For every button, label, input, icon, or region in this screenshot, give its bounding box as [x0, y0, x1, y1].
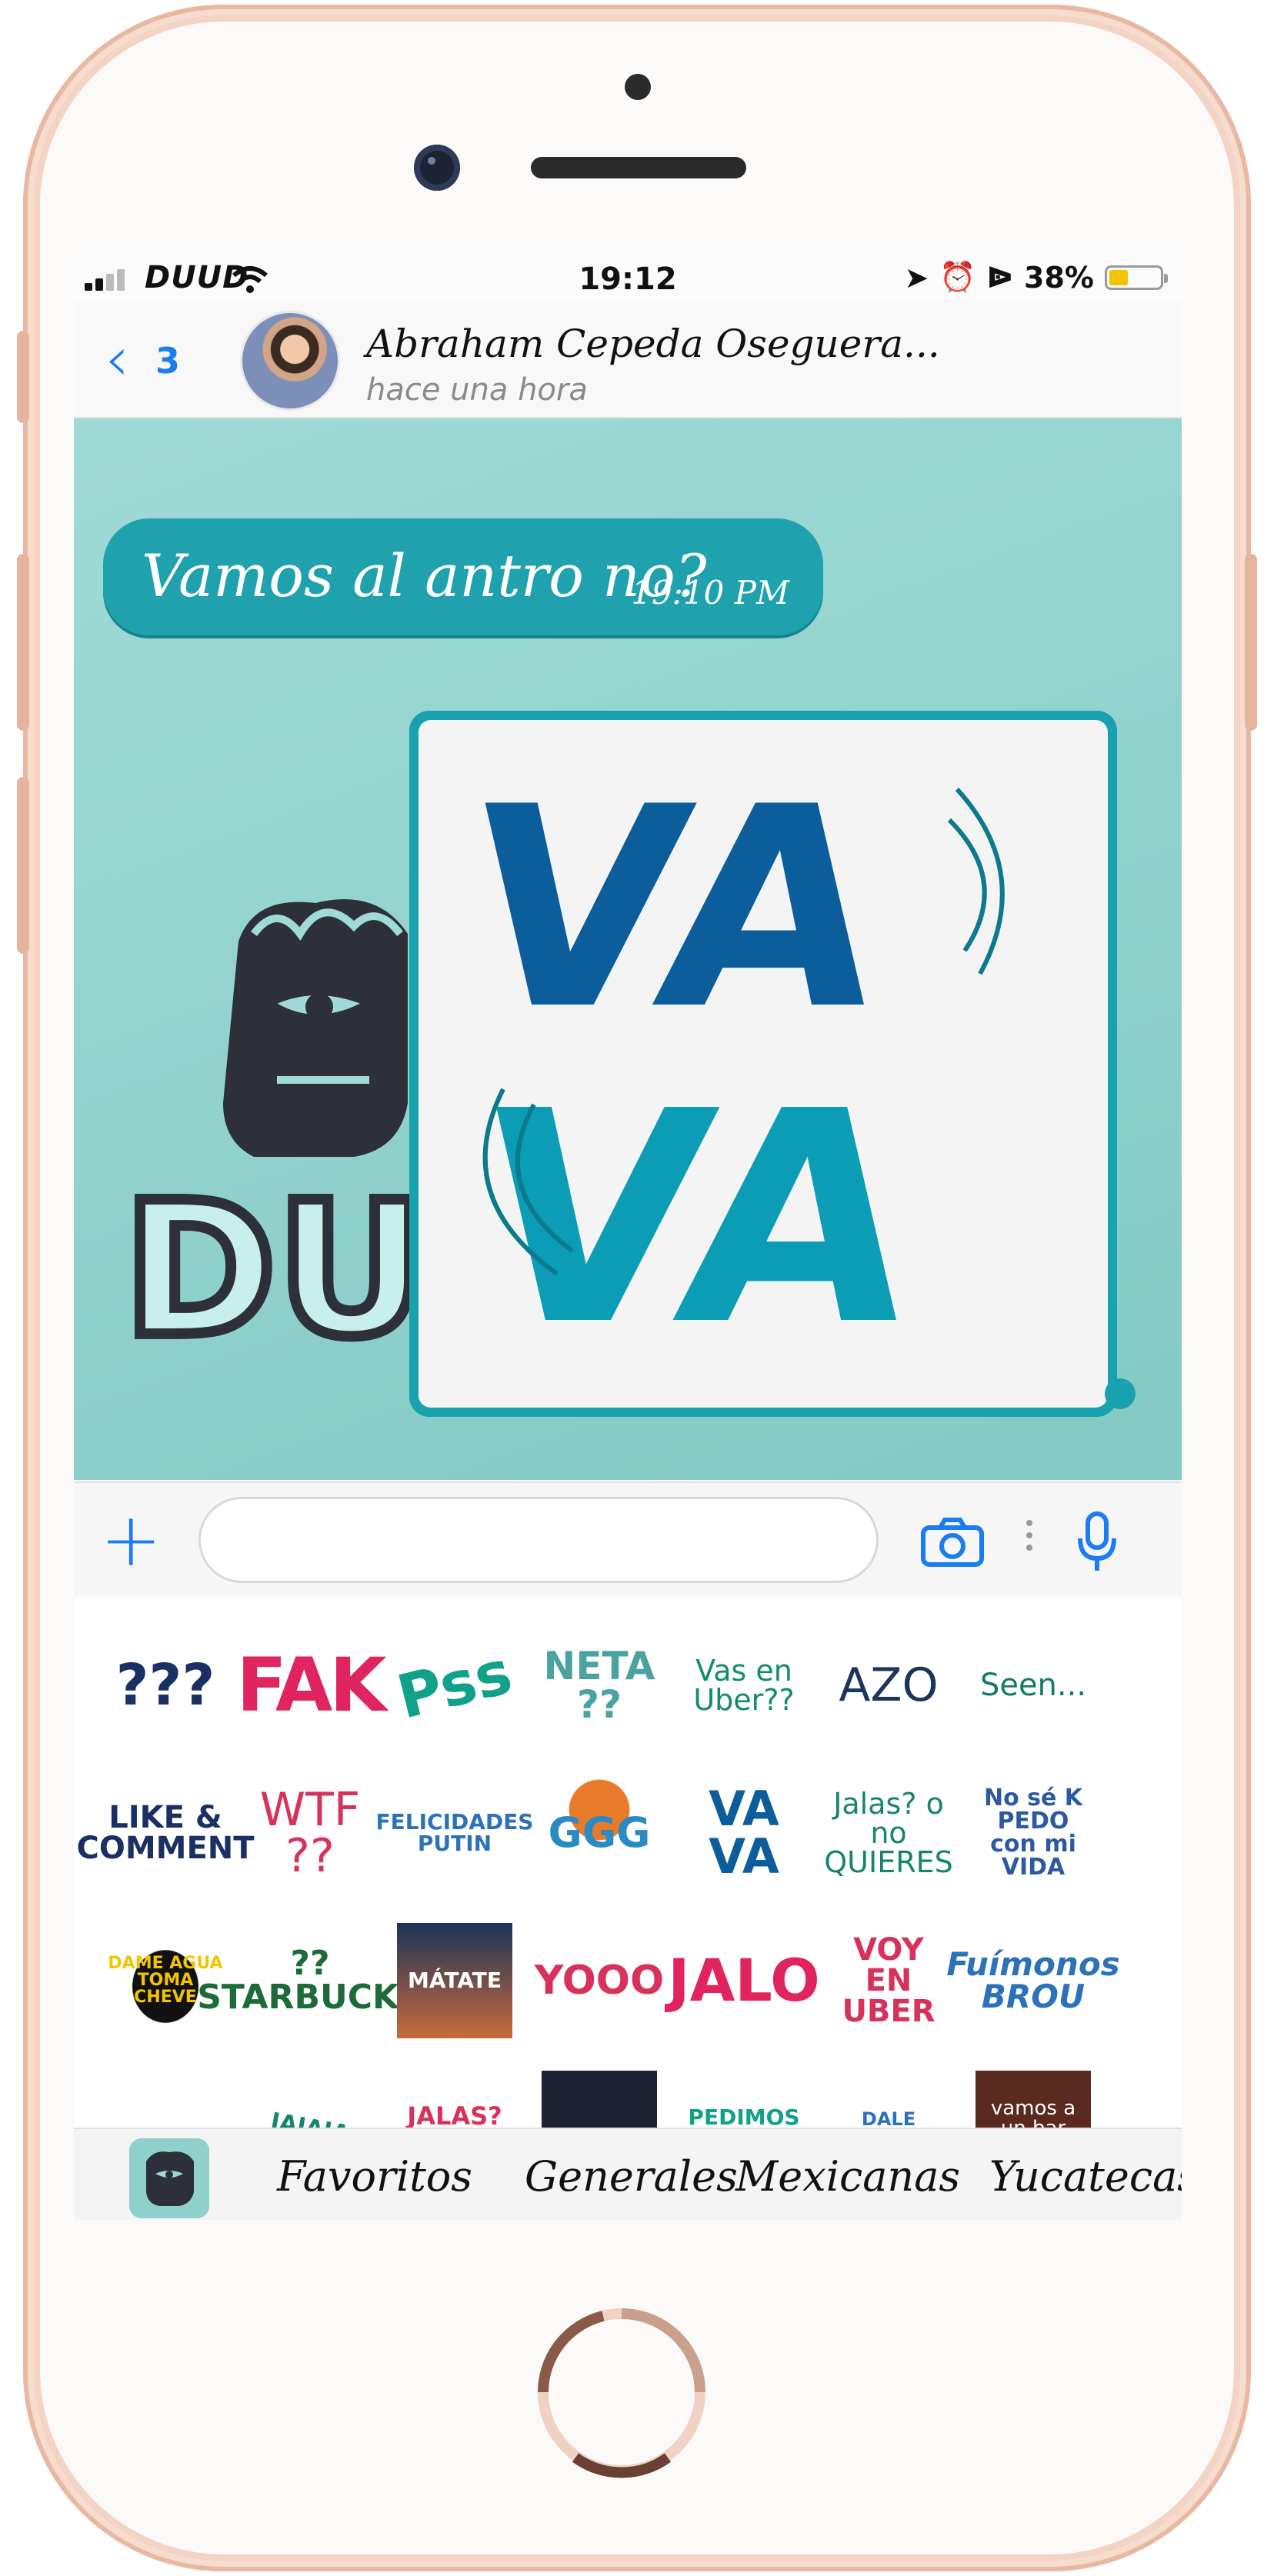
sticker-no-se-k-pedo[interactable]: No sé K PEDO con mi VIDA	[976, 1775, 1091, 1891]
sticker-screenshot[interactable]	[542, 2071, 657, 2128]
microphone-icon[interactable]	[1076, 1511, 1119, 1572]
sticker-dale-follow[interactable]: DALE FOLLOW	[831, 2071, 946, 2128]
duud-tab-logo-icon[interactable]	[129, 2138, 209, 2218]
chat-header: ‹ 3 Abraham Cepeda Oseguera... hace una …	[74, 300, 1182, 418]
sticker-yooo[interactable]: YOOO	[535, 1923, 664, 2038]
message-bubble[interactable]: Vamos al antro no? 19:10 PM	[103, 518, 823, 635]
power-button	[1245, 554, 1257, 731]
sticker-jalas-o-no-quieres[interactable]: Jalas? o no QUIERES	[824, 1775, 952, 1891]
home-button[interactable]	[529, 2300, 714, 2484]
sticker-wtf[interactable]: WTF ??	[252, 1775, 368, 1891]
bluetooth-icon: ᐉ	[986, 260, 1014, 295]
volume-down-button	[17, 777, 29, 954]
front-camera	[414, 145, 460, 191]
sticker-felicidades-putin[interactable]: FELICIDADES PUTIN	[376, 1775, 534, 1891]
location-arrow-icon: ➤	[904, 260, 929, 295]
sticker-neta[interactable]: NETA ??	[542, 1628, 657, 1743]
tab-generales[interactable]: Generales	[525, 2152, 738, 2201]
sticker-pedimos-uber[interactable]: PEDIMOS UBER!	[686, 2071, 802, 2128]
message-text: Vamos al antro no?	[142, 542, 707, 610]
contact-avatar[interactable]	[240, 311, 340, 411]
status-right: ➤ ⏰ ᐉ 38%	[904, 260, 1168, 295]
earpiece-speaker	[531, 157, 746, 178]
category-tabs: Favoritos Generales Mexicanas Yucatecas	[74, 2128, 1182, 2220]
chat-area[interactable]: Vamos al antro no? 19:10 PM DU VA VA	[74, 418, 1182, 1480]
tab-favoritos[interactable]: Favoritos	[277, 2152, 472, 2201]
sticker-voy-en-uber[interactable]: VOY EN UBER	[831, 1923, 946, 2038]
sticker-starbucks[interactable]: ?? STARBUCKS	[197, 1923, 423, 2038]
sticker-jalas[interactable]: JALAS? ?	[397, 2071, 512, 2128]
sticker-fuimonos-brou[interactable]: Fuímonos BROU	[946, 1923, 1119, 2038]
battery-icon	[1105, 265, 1168, 290]
tab-mexicanas[interactable]: Mexicanas	[735, 2152, 960, 2201]
sticker-ggg[interactable]: GGG	[542, 1775, 657, 1891]
contact-name[interactable]: Abraham Cepeda Oseguera...	[366, 322, 940, 366]
sticker-question-marks[interactable]: ???	[108, 1628, 223, 1743]
battery-percent: 38%	[1024, 260, 1094, 295]
sent-sticker[interactable]: VA VA	[409, 711, 1117, 1417]
sticker-vas-en-uber[interactable]: Vas en Uber??	[686, 1628, 802, 1743]
volume-up-button	[17, 554, 29, 731]
va-top-text: VA	[446, 748, 903, 1071]
sticker-va-va[interactable]: VA VA	[686, 1775, 802, 1891]
unread-count[interactable]: 3	[155, 340, 180, 382]
more-dots-icon[interactable]	[1026, 1520, 1034, 1557]
back-chevron-icon[interactable]: ‹	[105, 328, 129, 390]
plus-icon[interactable]: +	[100, 1503, 162, 1577]
svg-text:DU: DU	[123, 1162, 426, 1378]
sticker-fak[interactable]: FAK	[236, 1628, 386, 1743]
sticker-tail	[1105, 1378, 1136, 1409]
logo-text: DU	[123, 1157, 432, 1383]
status-bar: DUUD 19:12 ➤ ⏰ ᐉ 38%	[74, 254, 1182, 300]
input-bar: +	[74, 1481, 1182, 1598]
sticker-pss[interactable]: Pss	[385, 1615, 525, 1755]
sticker-jajaja[interactable]: JAJAJA	[243, 2061, 377, 2128]
message-time: 19:10 PM	[631, 574, 789, 612]
sticker-azo[interactable]: AZO	[831, 1628, 946, 1743]
alarm-icon: ⏰	[939, 260, 976, 294]
sticker-seen[interactable]: Seen...	[976, 1628, 1091, 1743]
sticker-matate[interactable]: MÁTATE	[397, 1923, 512, 2038]
message-input[interactable]	[198, 1497, 879, 1583]
sent-sticker-card: VA VA	[419, 720, 1108, 1408]
sticker-like-comment[interactable]: LIKE & COMMENT	[76, 1775, 254, 1891]
mute-switch	[17, 331, 29, 423]
sticker-keyboard[interactable]: ??? FAK Pss NETA ?? Vas en Uber?? AZO Se…	[74, 1597, 1182, 2128]
tab-yucatecas[interactable]: Yucatecas	[989, 2152, 1182, 2201]
va-va-sticker-art: VA VA	[446, 748, 1005, 1390]
sticker-jalo[interactable]: JALO	[668, 1923, 819, 2038]
screen: DUUD 19:12 ➤ ⏰ ᐉ 38% ‹ 3 Abraham Cepeda …	[74, 254, 1182, 2220]
proximity-sensor	[625, 74, 651, 100]
last-seen: hace una hora	[366, 372, 588, 408]
camera-icon[interactable]	[920, 1517, 985, 1568]
sticker-vamos-a-un-bar[interactable]: vamos a un bar !!!!!!	[976, 2071, 1091, 2128]
va-bottom-text: VA	[455, 1050, 938, 1390]
